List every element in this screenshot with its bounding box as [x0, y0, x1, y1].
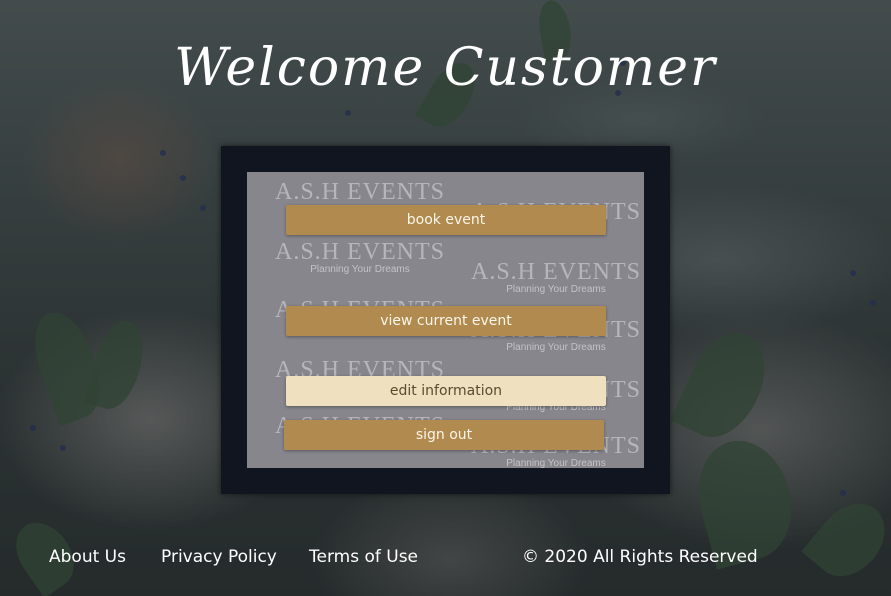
watermark-subtitle: Planning Your Dreams [310, 264, 410, 275]
watermark-subtitle: Planning Your Dreams [506, 284, 606, 295]
watermark-subtitle: Planning Your Dreams [506, 458, 606, 468]
watermark-logo: A.S.H EVENTS [275, 180, 445, 204]
watermark-subtitle: Planning Your Dreams [506, 342, 606, 353]
copyright-text: © 2020 All Rights Reserved [522, 547, 758, 567]
edit-information-button[interactable]: edit information [286, 376, 606, 406]
footer-link-privacy-policy[interactable]: Privacy Policy [161, 547, 277, 567]
page: Welcome Customer A.S.H EVENTS A.S.H EVEN… [0, 0, 891, 596]
footer-link-about-us[interactable]: About Us [49, 547, 126, 567]
watermark-title: A.S.H EVENTS [275, 239, 446, 265]
sign-out-button[interactable]: sign out [284, 420, 604, 450]
watermark-title: A.S.H EVENTS [275, 179, 446, 205]
menu-panel: A.S.H EVENTS A.S.H EVENTS A.S.H EVENTS P… [247, 172, 644, 468]
footer-link-terms-of-use[interactable]: Terms of Use [309, 547, 418, 567]
book-event-button[interactable]: book event [286, 205, 606, 235]
watermark-logo: A.S.H EVENTS Planning Your Dreams [275, 240, 445, 276]
watermark-logo: A.S.H EVENTS Planning Your Dreams [471, 260, 641, 296]
page-title: Welcome Customer [174, 38, 717, 98]
view-current-event-button[interactable]: view current event [286, 306, 606, 336]
footer: About Us Privacy Policy Terms of Use © 2… [0, 547, 891, 573]
menu-frame: A.S.H EVENTS A.S.H EVENTS A.S.H EVENTS P… [221, 146, 670, 494]
watermark-title: A.S.H EVENTS [471, 259, 642, 285]
